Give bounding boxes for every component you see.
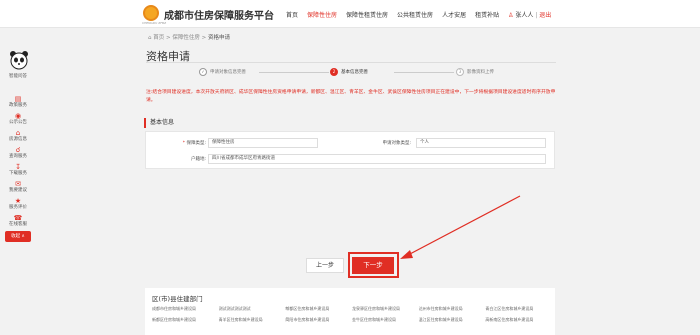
sidebar-item-label: 服务评价 (9, 205, 27, 210)
megaphone-icon: ◉ (14, 112, 22, 120)
top-header: CHENGDU ZFBZ 成都市住房保障服务平台 首页 保障性住房 保障性租赁住… (0, 0, 700, 28)
sidebar-item-label: 在线客服 (9, 222, 27, 227)
footer-link[interactable]: 测试测试测试测试 (219, 306, 286, 312)
guarantee-type-field[interactable]: 保障性住房 (208, 138, 318, 148)
step-connector (259, 72, 329, 73)
user-name[interactable]: 张人人 (515, 12, 533, 19)
house-icon: ⌂ (15, 129, 21, 137)
document-icon: ▤ (14, 95, 22, 103)
logout-link[interactable]: 退出 (539, 12, 551, 19)
sidebar-item-label: 下载服务 (9, 171, 27, 176)
breadcrumb: ⌂ 首页 > 保障性住房 > 资格申请 (148, 33, 230, 41)
applicant-type-field[interactable]: 个人 (416, 138, 546, 148)
panda-avatar-icon (10, 51, 28, 70)
headset-icon: ☎ (13, 214, 23, 222)
step-label: 基本信息完善 (341, 70, 368, 75)
sidebar-collapse-button[interactable]: 收起 ∧ (5, 231, 31, 242)
breadcrumb-separator: > (201, 35, 207, 41)
step-label: 申请对象信息完善 (210, 70, 246, 75)
footer-link[interactable]: 金牛区住房和城乡建设局 (352, 317, 419, 323)
home-icon: ⌂ (148, 35, 152, 41)
footer-link[interactable]: 温江区住房和城乡建设局 (419, 317, 486, 323)
sidebar-item-support[interactable]: ☎ 在线客服 (5, 214, 31, 228)
next-step-button[interactable]: 下一步 (352, 257, 394, 274)
nav-item-rent-subsidy[interactable]: 租赁补贴 (475, 10, 499, 19)
step-connector (394, 72, 454, 73)
step-label: 影像资料上传 (467, 70, 494, 75)
site-title[interactable]: 成都市住房保障服务平台 (164, 7, 274, 22)
footer-title: 区(市)县住建部门 (152, 295, 203, 303)
download-icon: ↧ (15, 163, 21, 171)
footer-link[interactable]: 郫都区住房和城乡建设局 (285, 306, 352, 312)
notice-text: 注:结合项目建设进度，本次开放天府新区、成华区保障性住房资格申请申请，新都区、温… (146, 90, 556, 103)
footer-link[interactable]: 青白江区住房和城乡建设局 (485, 306, 552, 312)
sidebar-item-rating[interactable]: ★ 服务评价 (5, 197, 31, 211)
logo-caption: CHENGDU ZFBZ (142, 21, 167, 25)
footer-link[interactable]: 成都市住房和城乡建设局 (152, 306, 219, 312)
floating-sidebar: 智能问答 ▤ 政策服务 ◉ 公示公告 ⌂ 房源信息 ☌ 查询服务 ↧ 下载服务 … (5, 50, 31, 242)
sidebar-item-suggestion[interactable]: ✉ 我要建议 (5, 180, 31, 194)
nav-item-rental-housing[interactable]: 保障性租赁住房 (346, 10, 388, 19)
step-number: 3 (456, 68, 464, 76)
progress-steps: ✓ 申请对象信息完善 2 基本信息完善 3 影像资料上传 (199, 68, 529, 78)
sidebar-item-policy[interactable]: ▤ 政策服务 (5, 95, 31, 109)
footer-link[interactable]: 青羊区住房和城乡建设局 (219, 317, 286, 323)
sidebar-item-label: 公示公告 (9, 120, 27, 125)
household-label: 户籍地: (190, 157, 206, 162)
title-divider (146, 62, 556, 63)
sidebar-item-label: 我要建议 (9, 188, 27, 193)
breadcrumb-section[interactable]: 保障性住房 (172, 35, 200, 41)
sidebar-item-label: 查询服务 (9, 154, 27, 159)
step-check-icon: ✓ (199, 68, 207, 76)
step-3: 3 影像资料上传 (456, 68, 494, 76)
nav-item-talent-housing[interactable]: 人才安居 (442, 10, 466, 19)
step-1: ✓ 申请对象信息完善 (199, 68, 246, 76)
footer-link[interactable]: 简阳市住房和城乡建设局 (285, 317, 352, 323)
step-2: 2 基本信息完善 (330, 68, 368, 76)
sidebar-item-qa[interactable]: 智能问答 (5, 50, 31, 80)
nav-item-home[interactable]: 首页 (286, 10, 298, 19)
nav-item-affordable-housing[interactable]: 保障性住房 (307, 10, 337, 19)
mail-icon: ✉ (15, 180, 21, 188)
rating-icon: ★ (14, 197, 22, 205)
sidebar-item-label: 政策服务 (9, 103, 27, 108)
sidebar-item-label: 房源信息 (9, 137, 27, 142)
sidebar-item-announcements[interactable]: ◉ 公示公告 (5, 112, 31, 126)
step-number: 2 (330, 68, 338, 76)
applicant-type-label: 申请对象类型: (382, 141, 411, 146)
user-icon: ♙ (508, 12, 514, 19)
sidebar-item-query[interactable]: ☌ 查询服务 (5, 146, 31, 160)
nav-item-public-rental[interactable]: 公共租赁住房 (397, 10, 433, 19)
section-heading: 基本信息 (144, 118, 554, 128)
footer-link[interactable]: 达州市住房和城乡建设局 (419, 306, 486, 312)
footer-link[interactable]: 龙泉驿区住房和城乡建设局 (352, 306, 419, 312)
main-nav: 首页 保障性住房 保障性租赁住房 公共租赁住房 人才安居 租赁补贴 (286, 10, 508, 19)
user-area: ♙ 张人人 | 退出 (508, 10, 551, 19)
footer-link-grid: 成都市住房和城乡建设局 测试测试测试测试 郫都区住房和城乡建设局 龙泉驿区住房和… (152, 306, 552, 323)
breadcrumb-separator: > (166, 35, 171, 41)
basic-info-form: * 保障类型: 保障性住房 申请对象类型: 个人 户籍地: 四川省成都市成华区府… (145, 131, 555, 169)
user-separator: | (535, 12, 538, 19)
guarantee-type-label: * 保障类型: (182, 141, 206, 146)
household-field[interactable]: 四川省成都市成华区府青路街道 (208, 154, 546, 164)
search-icon: ☌ (15, 146, 21, 154)
sidebar-item-label: 智能问答 (9, 74, 27, 79)
footer-links: 区(市)县住建部门 成都市住房和城乡建设局 测试测试测试测试 郫都区住房和城乡建… (145, 288, 555, 335)
breadcrumb-home[interactable]: 首页 (153, 35, 164, 41)
footer-link[interactable]: 新都区住房和城乡建设局 (152, 317, 219, 323)
breadcrumb-current: 资格申请 (208, 35, 231, 41)
footer-link[interactable]: 高新南区住房和城乡建设局 (485, 317, 552, 323)
site-logo-icon[interactable] (143, 5, 159, 21)
sidebar-item-download[interactable]: ↧ 下载服务 (5, 163, 31, 177)
sidebar-item-listings[interactable]: ⌂ 房源信息 (5, 129, 31, 143)
prev-step-button[interactable]: 上一步 (306, 258, 344, 273)
